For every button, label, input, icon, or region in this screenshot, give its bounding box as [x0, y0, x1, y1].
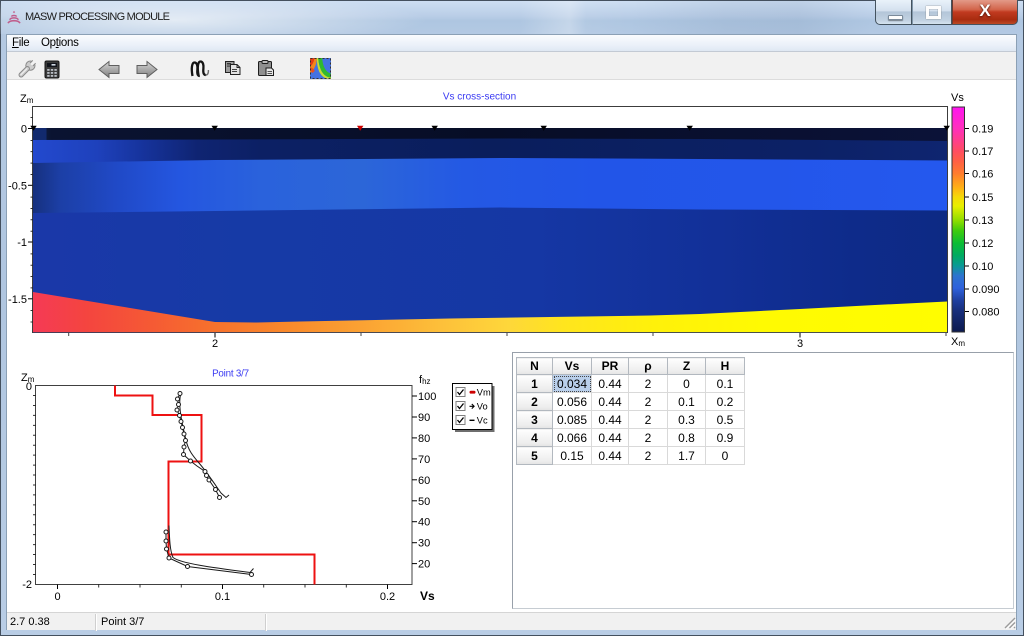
svg-text:Vs cross-section: Vs cross-section [443, 92, 516, 103]
svg-text:Vs: Vs [951, 92, 964, 104]
svg-text:90: 90 [418, 412, 430, 424]
svg-text:Xm: Xm [951, 336, 965, 348]
svg-text:20: 20 [418, 559, 430, 571]
svg-text:70: 70 [418, 454, 430, 466]
svg-text:0.080: 0.080 [972, 307, 1000, 319]
svg-text:50: 50 [418, 496, 430, 508]
svg-text:0.090: 0.090 [972, 284, 1000, 296]
svg-text:40: 40 [418, 517, 430, 529]
svg-text:0.10: 0.10 [972, 261, 993, 273]
svg-text:Vm: Vm [477, 387, 491, 397]
svg-text:0.1: 0.1 [215, 591, 230, 603]
svg-text:Vc: Vc [477, 415, 488, 425]
svg-text:0.13: 0.13 [972, 215, 993, 227]
svg-text:30: 30 [418, 538, 430, 550]
svg-text:-1.5: -1.5 [8, 294, 27, 306]
svg-text:3: 3 [797, 338, 803, 350]
svg-text:2: 2 [212, 338, 218, 350]
svg-text:Zm: Zm [20, 93, 34, 105]
svg-text:-2: -2 [22, 579, 32, 591]
svg-text:Point 3/7: Point 3/7 [212, 369, 249, 380]
svg-text:0.19: 0.19 [972, 124, 993, 136]
svg-text:0.16: 0.16 [972, 169, 993, 181]
svg-text:0.12: 0.12 [972, 238, 993, 250]
svg-text:0.15: 0.15 [972, 192, 993, 204]
svg-text:0: 0 [21, 124, 27, 136]
svg-text:fhz: fhz [419, 374, 431, 386]
svg-text:-0.5: -0.5 [8, 180, 27, 192]
svg-text:100: 100 [418, 391, 436, 403]
svg-text:60: 60 [418, 475, 430, 487]
svg-text:0: 0 [26, 381, 32, 393]
svg-text:80: 80 [418, 433, 430, 445]
svg-text:Vo: Vo [477, 401, 488, 411]
svg-text:0.2: 0.2 [380, 591, 395, 603]
svg-text:Vs: Vs [420, 589, 435, 603]
svg-text:-1: -1 [17, 237, 27, 249]
svg-text:0.17: 0.17 [972, 146, 993, 158]
svg-text:0: 0 [54, 591, 60, 603]
